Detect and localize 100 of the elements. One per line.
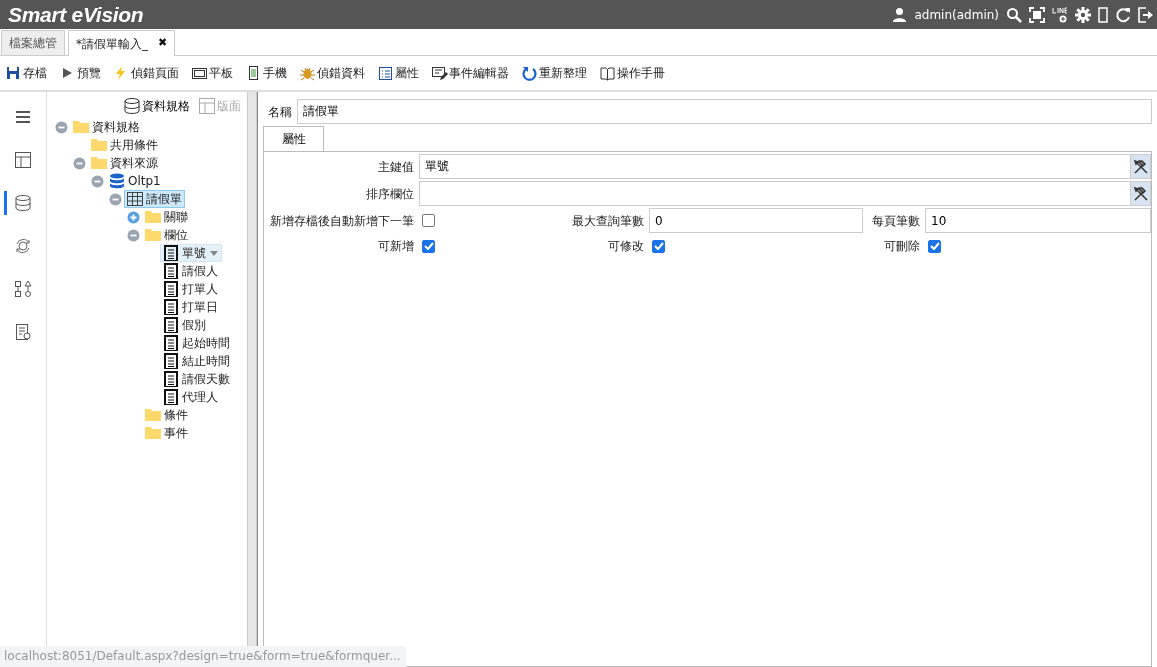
bug-icon <box>300 65 316 81</box>
field-label: 每頁筆數 <box>871 212 920 230</box>
tree-item[interactable]: 結止時間 <box>160 352 233 370</box>
app-title: Smart eVision <box>8 1 144 28</box>
tree-item[interactable]: 打單日 <box>160 298 221 316</box>
check-icon <box>929 242 940 250</box>
folder-icon <box>91 137 107 153</box>
table-icon <box>127 191 143 207</box>
tree-item[interactable]: 關聯 <box>142 208 191 226</box>
book-icon <box>600 65 616 81</box>
flowchart-icon <box>14 280 32 298</box>
field-icon <box>163 371 179 387</box>
tree-item[interactable]: 單號 <box>160 244 222 262</box>
logout-icon[interactable] <box>1138 6 1153 23</box>
text-field[interactable]: 單號 <box>419 154 1130 179</box>
save-button[interactable]: 存檔 <box>6 64 47 82</box>
tree-item[interactable]: 請假天數 <box>160 370 233 388</box>
reload-icon[interactable] <box>1115 6 1131 23</box>
settings-icon[interactable] <box>1075 6 1091 23</box>
tree-item[interactable]: 條件 <box>142 406 191 424</box>
field-icon <box>163 281 179 297</box>
tools-button[interactable] <box>1130 181 1151 206</box>
tree-item[interactable]: 代理人 <box>160 388 221 406</box>
tree-item[interactable]: 請假人 <box>160 262 221 280</box>
expand-icon[interactable] <box>126 210 140 224</box>
field-icon <box>163 353 179 369</box>
tree-item[interactable]: 起始時間 <box>160 334 233 352</box>
field-label: 可修改 <box>607 238 644 255</box>
layout-icon <box>198 97 216 115</box>
tablet-icon <box>192 65 208 81</box>
refresh-icon <box>522 65 538 81</box>
folder-icon <box>145 227 161 243</box>
field-label: 可刪除 <box>883 238 920 255</box>
tree-item[interactable]: 請假單 <box>124 190 185 208</box>
phone-icon[interactable] <box>1098 6 1108 23</box>
tablet-button[interactable]: 平板 <box>192 64 233 82</box>
name-field[interactable]: 請假單 <box>297 99 1152 124</box>
field-icon <box>163 263 179 279</box>
field-label: 排序欄位 <box>365 185 414 203</box>
properties-tab[interactable]: 屬性 <box>263 126 324 151</box>
search-icon[interactable] <box>1006 6 1022 23</box>
field-icon <box>163 245 179 261</box>
database-icon <box>14 194 32 212</box>
list-icon <box>378 65 394 81</box>
user-icon <box>892 7 908 22</box>
tree-item[interactable]: 共用條件 <box>88 136 161 154</box>
play-button[interactable]: 預覽 <box>60 64 101 82</box>
layout-icon <box>14 151 32 169</box>
tools-icon <box>1132 185 1149 202</box>
checkbox[interactable] <box>422 214 435 227</box>
text-field[interactable]: 10 <box>925 208 1151 233</box>
sync-icon <box>14 237 32 255</box>
tree-item[interactable]: 事件 <box>142 424 191 442</box>
checkbox[interactable] <box>422 239 435 253</box>
field-icon <box>163 317 179 333</box>
field-label: 可新增 <box>377 238 414 255</box>
list-button[interactable]: 屬性 <box>378 64 419 82</box>
tree-item[interactable]: Oltp1 <box>106 172 164 190</box>
checkbox[interactable] <box>928 239 941 253</box>
line-add-icon[interactable] <box>1052 6 1068 23</box>
data-spec-tab[interactable]: 資料規格 <box>123 97 190 115</box>
edit-icon <box>432 65 448 81</box>
database-icon <box>109 173 125 189</box>
menu-icon <box>14 108 32 126</box>
status-url-tooltip: localhost:8051/Default.aspx?design=true&form=true&formquer... <box>0 646 406 667</box>
user-name[interactable]: admin(admin) <box>914 5 999 24</box>
tree-item[interactable]: 打單人 <box>160 280 221 298</box>
checkbox[interactable] <box>652 239 665 253</box>
text-field[interactable] <box>419 181 1130 206</box>
tree-item[interactable]: 資料規格 <box>70 118 143 136</box>
check-icon <box>653 242 664 250</box>
text-field[interactable]: 0 <box>649 208 863 233</box>
tree-item[interactable]: 欄位 <box>142 226 191 244</box>
tools-button[interactable] <box>1130 154 1151 179</box>
field-icon <box>163 335 179 351</box>
refresh-button[interactable]: 重新整理 <box>522 64 587 82</box>
name-label: 名稱 <box>268 103 292 121</box>
tools-icon <box>1132 158 1149 175</box>
field-label: 新增存檔後自動新增下一筆 <box>269 212 414 230</box>
report-settings-icon <box>14 323 32 341</box>
phone-button[interactable]: 手機 <box>246 64 287 82</box>
folder-icon <box>73 119 89 135</box>
bug-button[interactable]: 偵錯資料 <box>300 64 365 82</box>
field-icon <box>163 389 179 405</box>
edit-button[interactable]: 事件編輯器 <box>432 64 509 82</box>
caret-icon[interactable] <box>209 249 219 257</box>
document-tab[interactable]: 檔案總管 <box>1 30 65 55</box>
bolt-button[interactable]: 偵錯頁面 <box>114 64 179 82</box>
fullscreen-icon[interactable] <box>1029 6 1045 23</box>
check-icon <box>423 242 434 250</box>
field-label: 主鍵值 <box>377 158 414 176</box>
document-tab[interactable]: *請假單輸入_ ✖ <box>68 30 176 56</box>
folder-icon <box>145 407 161 423</box>
folder-icon <box>91 155 107 171</box>
close-button[interactable]: ✖ <box>158 35 168 52</box>
tree-item[interactable]: 假別 <box>160 316 209 334</box>
book-button[interactable]: 操作手冊 <box>600 64 665 82</box>
tree-item[interactable]: 資料來源 <box>88 154 161 172</box>
folder-icon <box>145 425 161 441</box>
field-icon <box>163 299 179 315</box>
